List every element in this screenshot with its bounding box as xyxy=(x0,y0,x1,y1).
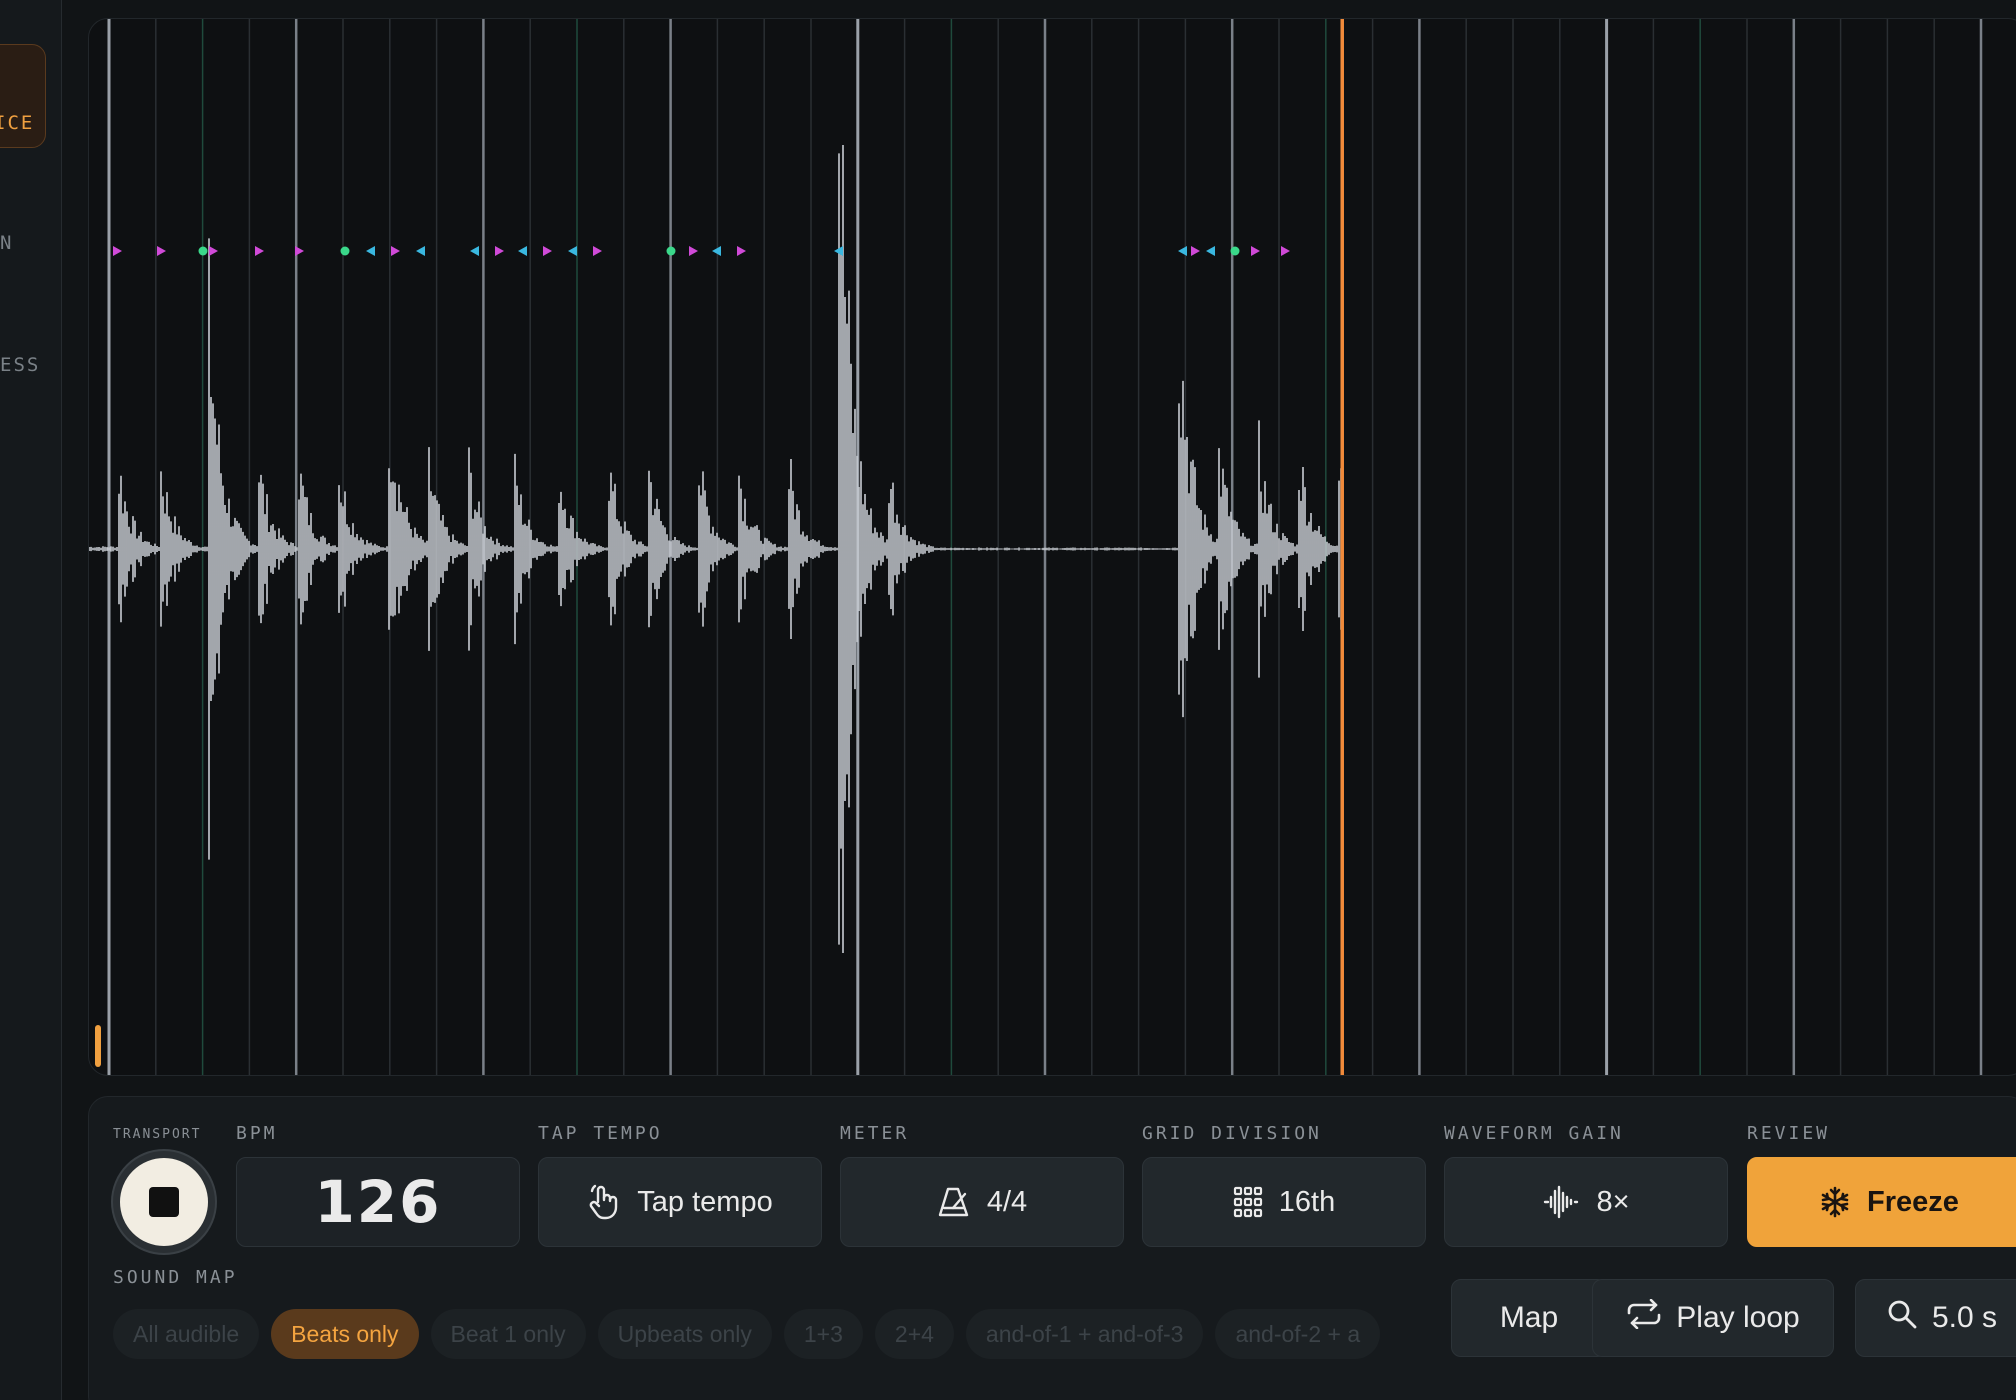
onset-marker xyxy=(1206,246,1215,256)
bpm-field[interactable]: 126 xyxy=(236,1157,520,1247)
play-loop-button[interactable]: Play loop xyxy=(1592,1279,1834,1357)
waveform-trace xyxy=(89,144,1342,954)
hand-pointer-icon xyxy=(587,1184,621,1220)
sidebar-item-label[interactable]: N xyxy=(0,232,61,254)
onset-marker xyxy=(737,246,746,256)
chip-2-4[interactable]: 2+4 xyxy=(874,1309,954,1359)
onset-marker xyxy=(209,246,218,256)
grid-division-button[interactable]: 16th xyxy=(1142,1157,1426,1247)
loop-start-marker[interactable] xyxy=(95,1025,101,1067)
meter-label: METER xyxy=(840,1123,910,1144)
metronome-icon xyxy=(937,1186,971,1218)
meter-value: 4/4 xyxy=(986,1185,1028,1218)
chip-1-3[interactable]: 1+3 xyxy=(783,1309,863,1359)
onset-marker xyxy=(1191,246,1200,256)
review-label: REVIEW xyxy=(1747,1123,1831,1144)
transport-label: TRANSPORT xyxy=(113,1127,202,1142)
map-button-label: Map xyxy=(1499,1301,1559,1334)
onset-marker xyxy=(198,246,208,256)
onset-marker xyxy=(568,246,577,256)
onset-marker xyxy=(366,246,375,256)
waveform-gain-button[interactable]: 8× xyxy=(1444,1157,1728,1247)
sound-map-chips: All audible Beats only Beat 1 only Upbeats … xyxy=(113,1309,1425,1361)
onset-marker xyxy=(712,246,721,256)
chip-beat-1-only[interactable]: Beat 1 only xyxy=(430,1309,586,1359)
zoom-value: 5.0 s xyxy=(1932,1301,1998,1334)
tap-tempo-button[interactable]: Tap tempo xyxy=(538,1157,822,1247)
onset-marker xyxy=(543,246,552,256)
grid-icon xyxy=(1233,1186,1263,1218)
loop-icon xyxy=(1626,1298,1662,1337)
freeze-button[interactable]: Freeze xyxy=(1747,1157,2016,1247)
tap-tempo-label: TAP TEMPO xyxy=(538,1123,663,1144)
onset-marker xyxy=(416,246,425,256)
map-button[interactable]: Map xyxy=(1451,1279,1607,1357)
onset-marker xyxy=(113,246,122,256)
chip-and-of-2-and-of-4[interactable]: and-of-2 + a xyxy=(1215,1309,1381,1359)
waveform-gain-label: WAVEFORM GAIN xyxy=(1444,1123,1624,1144)
onset-marker xyxy=(593,246,602,256)
grid-division-label: GRID DIVISION xyxy=(1142,1123,1322,1144)
waveform-canvas[interactable] xyxy=(89,19,2016,1076)
grid-division-value: 16th xyxy=(1278,1185,1336,1218)
chip-and-of-1-and-of-3[interactable]: and-of-1 + and-of-3 xyxy=(965,1309,1204,1359)
onset-marker xyxy=(255,246,264,256)
beat-grid-app: ICE N ESS TRANSPORT BPM 126 TAP TEMPO xyxy=(0,0,2016,1400)
chip-beats-only[interactable]: Beats only xyxy=(271,1309,419,1359)
chip-all-audible[interactable]: All audible xyxy=(113,1309,260,1359)
search-icon xyxy=(1886,1298,1918,1338)
onset-marker xyxy=(391,246,400,256)
onset-marker xyxy=(157,246,166,256)
onset-marker xyxy=(295,246,304,256)
onset-marker xyxy=(689,246,698,256)
transport-controls: TRANSPORT BPM 126 TAP TEMPO Tap tempo ME… xyxy=(88,1096,2016,1400)
play-loop-button-label: Play loop xyxy=(1676,1301,1800,1334)
freeze-button-label: Freeze xyxy=(1867,1185,1959,1218)
onset-marker xyxy=(518,246,527,256)
onset-marker xyxy=(1251,246,1260,256)
sidebar: ICE N ESS xyxy=(0,0,62,1400)
stop-button[interactable] xyxy=(113,1151,215,1253)
bpm-value: 126 xyxy=(314,1168,442,1236)
onset-marker xyxy=(340,246,350,256)
onset-marker xyxy=(495,246,504,256)
onset-marker xyxy=(1230,246,1240,256)
onset-marker xyxy=(1178,246,1187,256)
sound-map-label: SOUND MAP xyxy=(113,1267,238,1288)
bpm-label: BPM xyxy=(236,1123,278,1144)
onset-marker xyxy=(470,246,479,256)
chip-upbeats-only[interactable]: Upbeats only xyxy=(597,1309,772,1359)
stop-icon xyxy=(149,1187,179,1217)
onset-marker xyxy=(1281,246,1290,256)
waveform-gain-value: 8× xyxy=(1596,1185,1630,1218)
waveform-icon xyxy=(1542,1185,1580,1219)
zoom-button[interactable]: 5.0 s xyxy=(1855,1279,2016,1357)
tap-tempo-button-label: Tap tempo xyxy=(637,1185,773,1218)
snowflake-icon xyxy=(1819,1186,1851,1218)
onset-marker xyxy=(666,246,676,256)
meter-button[interactable]: 4/4 xyxy=(840,1157,1124,1247)
sidebar-item-label-active[interactable]: ICE xyxy=(0,112,34,134)
sidebar-item-label[interactable]: ESS xyxy=(0,354,61,376)
waveform-view[interactable] xyxy=(88,18,2016,1076)
